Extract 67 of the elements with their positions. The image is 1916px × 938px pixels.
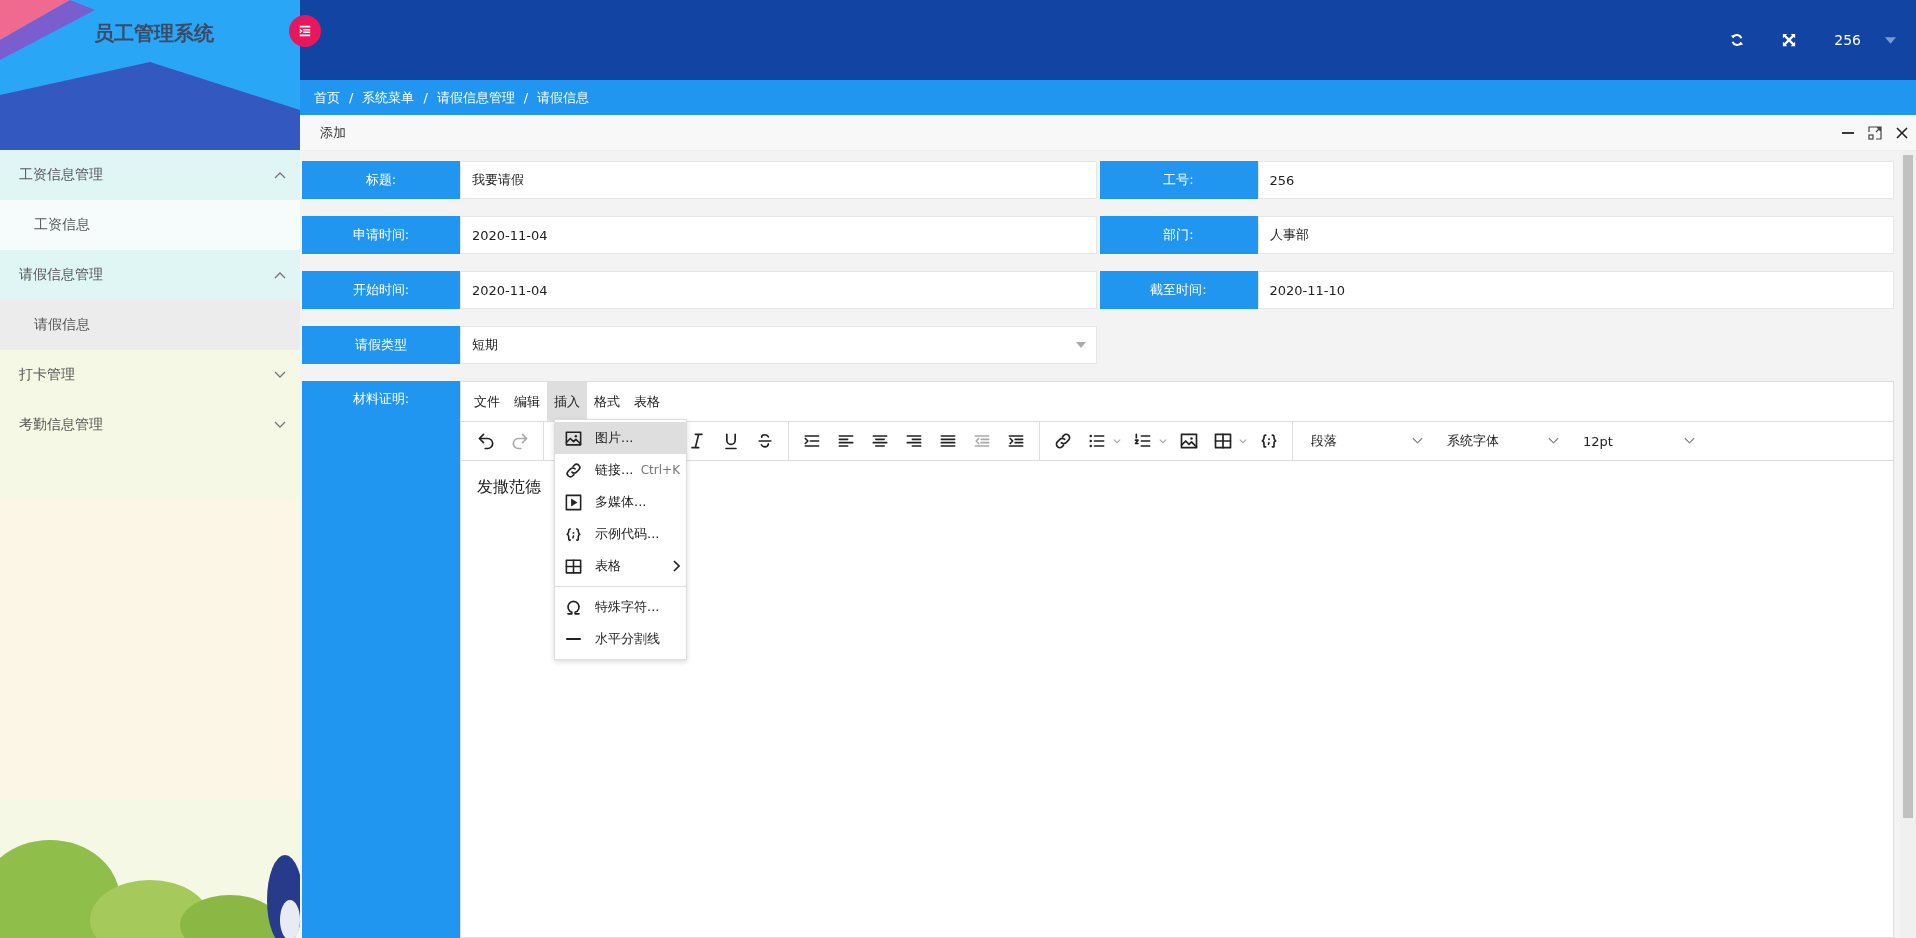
editor-text: 发撒范德 (477, 477, 541, 496)
editor-menu-item[interactable]: 表格 (627, 382, 667, 421)
chevron-down-icon (1684, 437, 1695, 445)
link-icon (564, 460, 583, 480)
link-icon[interactable] (1053, 431, 1073, 451)
menu-item[interactable]: 表格 (555, 550, 686, 582)
sidebar-subitem[interactable]: 工资信息 (0, 200, 300, 250)
sidebar-item[interactable]: 考勤信息管理 (0, 400, 300, 450)
user-name[interactable]: 256 (1834, 32, 1861, 48)
table-icon[interactable] (1213, 431, 1233, 451)
toolbar-dropdown[interactable]: 12pt (1571, 433, 1707, 449)
sidebar-item[interactable]: 请假信息管理 (0, 250, 300, 300)
menu-item[interactable]: 水平分割线 (555, 623, 686, 655)
input-field[interactable]: 256 (1257, 161, 1894, 199)
field-label: 申请时间: (302, 216, 460, 254)
image-icon[interactable] (1179, 431, 1199, 451)
input-field[interactable]: 2020-11-04 (460, 216, 1097, 254)
input-field[interactable]: 2020-11-10 (1257, 271, 1894, 309)
field-label: 材料证明: (302, 381, 460, 938)
field-label: 开始时间: (302, 271, 460, 309)
field-label: 截至时间: (1099, 271, 1258, 309)
editor-menu-item[interactable]: 插入 (547, 382, 587, 421)
caret-icon[interactable] (1885, 36, 1896, 44)
input-field[interactable]: 我要请假 (460, 161, 1097, 199)
chevron-icon (274, 171, 286, 179)
dialog-title: 添加 (320, 123, 346, 142)
undo-icon[interactable] (476, 431, 496, 451)
field-label: 工号: (1099, 161, 1258, 199)
breadcrumb-separator: / (423, 90, 428, 105)
chevron-down-icon (1412, 437, 1423, 445)
field-label: 部门: (1099, 216, 1258, 254)
chevron-down-icon (1548, 437, 1559, 445)
breadcrumb-separator: / (523, 90, 529, 105)
menu-item[interactable]: 链接... Ctrl+K (555, 454, 686, 486)
chevron-icon (274, 371, 286, 379)
editor-menu-item[interactable]: 编辑 (507, 382, 547, 421)
field-label: 请假类型 (302, 326, 460, 364)
breadcrumb-separator: / (349, 90, 354, 105)
toolbar-dropdown[interactable]: 段落 (1299, 432, 1435, 450)
app-title: 员工管理系统 (94, 21, 214, 45)
caret-icon (1075, 342, 1086, 348)
fullscreen-icon[interactable] (1782, 33, 1797, 47)
sidebar-item[interactable]: 打卡管理 (0, 350, 300, 400)
menu-item[interactable]: 特殊字符... (555, 591, 686, 623)
field-label: 标题: (302, 161, 460, 199)
input-field[interactable]: 人事部 (1257, 216, 1894, 254)
select-field[interactable]: 短期 (460, 326, 1097, 364)
image-icon (564, 428, 583, 448)
menu-item[interactable]: 示例代码... (555, 518, 686, 550)
chevron-icon (274, 271, 286, 279)
sidebar-item[interactable]: 工资信息管理 (0, 150, 300, 200)
refresh-icon[interactable] (1730, 33, 1745, 47)
close-icon[interactable] (1894, 124, 1910, 141)
sidebar-subitem[interactable]: 请假信息 (0, 300, 300, 350)
maximize-icon[interactable] (1867, 124, 1883, 141)
code-icon[interactable] (1259, 431, 1279, 451)
editor-menu-item[interactable]: 格式 (587, 382, 627, 421)
menu-item[interactable]: 图片... (555, 422, 686, 454)
rich-text-editor[interactable]: 文件 编辑 插入 格式 表格 段落 系统字体 12pt 发撒范德 图片... 链接... Ctrl+K 多媒体... 示例代码... 表格 特殊字符... 水平分割线 (460, 381, 1894, 938)
list-icon (298, 24, 312, 38)
table-icon (564, 556, 583, 576)
chevron-icon (274, 421, 286, 429)
toolbar-dropdown[interactable]: 系统字体 (1435, 432, 1571, 450)
media-icon (564, 492, 583, 512)
input-field[interactable]: 2020-11-04 (460, 271, 1097, 309)
editor-menu-item[interactable]: 文件 (467, 382, 507, 421)
menu-item[interactable]: 多媒体... (555, 486, 686, 518)
